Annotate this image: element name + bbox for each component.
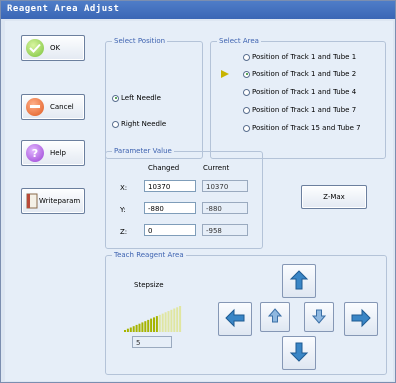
z-up-button[interactable]: [260, 302, 290, 332]
select-position-title: Select Position: [112, 37, 168, 45]
radio-left-needle[interactable]: Left Needle: [112, 94, 161, 102]
radio-area-track1-tube4[interactable]: Position of Track 1 and Tube 4: [243, 88, 356, 96]
select-position-group: Select Position Left Needle Right Needle: [105, 37, 203, 159]
y-changed-input[interactable]: -880: [144, 202, 196, 214]
arrow-right-icon: [350, 307, 372, 331]
cancel-button[interactable]: Cancel: [21, 94, 85, 120]
z-max-label: Z-Max: [323, 193, 345, 201]
radio-right-needle[interactable]: Right Needle: [112, 120, 166, 128]
parameter-value-group: Parameter Value Changed Current X: 10370…: [105, 147, 263, 249]
stepsize-bar: [147, 319, 150, 332]
move-left-button[interactable]: [218, 302, 252, 336]
radio-dot-area-4: [243, 106, 250, 114]
move-down-button[interactable]: [282, 336, 316, 370]
z-max-button[interactable]: Z-Max: [301, 185, 367, 209]
question-icon: ?: [26, 144, 44, 162]
stepsize-bar: [141, 322, 144, 332]
stepsize-bar: [129, 327, 132, 332]
radio-area-5-label: Position of Track 15 and Tube 7: [252, 124, 361, 132]
radio-area-3-label: Position of Track 1 and Tube 4: [252, 88, 357, 96]
stepsize-level-bars[interactable]: [124, 306, 182, 332]
stepsize-bar: [158, 314, 161, 332]
small-arrow-up-icon: [267, 308, 283, 326]
stepsize-bar: [135, 324, 138, 332]
arrow-up-icon: [288, 269, 310, 293]
z-changed-input[interactable]: 0: [144, 224, 196, 236]
col-current-header: Current: [203, 164, 230, 172]
stepsize-bar: [155, 316, 158, 332]
radio-dot-area-1: [243, 53, 250, 61]
x-axis-label: X:: [120, 184, 128, 192]
window-title: Reagent Area Adjust: [7, 4, 120, 14]
stepsize-bar: [164, 312, 167, 332]
stepsize-bar: [173, 308, 176, 332]
x-changed-input[interactable]: 10370: [144, 180, 196, 192]
teach-reagent-area-title: Teach Reagent Area: [112, 251, 186, 259]
radio-area-track15-tube7[interactable]: Position of Track 15 and Tube 7: [243, 124, 361, 132]
stepsize-bar: [167, 311, 170, 332]
radio-area-4-label: Position of Track 1 and Tube 7: [252, 106, 357, 114]
document-icon: [26, 193, 38, 209]
stepsize-label: Stepsize: [134, 281, 164, 289]
z-down-button[interactable]: [304, 302, 334, 332]
small-arrow-down-icon: [311, 308, 327, 326]
stepsize-value: 5: [132, 336, 172, 348]
minus-icon: [26, 98, 44, 116]
writeparam-button[interactable]: Writeparam: [21, 188, 85, 214]
y-current-value: -880: [202, 202, 248, 214]
teach-reagent-area-group: Teach Reagent Area Stepsize 5: [105, 251, 387, 375]
writeparam-label: Writeparam: [39, 197, 81, 205]
radio-left-needle-label: Left Needle: [121, 94, 161, 102]
stepsize-bar: [179, 306, 182, 332]
stepsize-bar: [124, 330, 126, 332]
x-current-value: 10370: [202, 180, 248, 192]
arrow-left-icon: [224, 307, 246, 331]
stepsize-bar: [161, 313, 164, 332]
cancel-label: Cancel: [50, 103, 74, 111]
title-bar[interactable]: Reagent Area Adjust: [1, 1, 395, 19]
radio-dot-area-5: [243, 124, 250, 132]
radio-right-needle-label: Right Needle: [121, 120, 167, 128]
y-axis-label: Y:: [120, 206, 126, 214]
help-button[interactable]: ? Help: [21, 140, 85, 166]
radio-area-track1-tube7[interactable]: Position of Track 1 and Tube 7: [243, 106, 356, 114]
move-up-button[interactable]: [282, 264, 316, 298]
ok-label: OK: [50, 44, 61, 52]
check-icon: [26, 39, 44, 57]
select-area-title: Select Area: [217, 37, 261, 45]
selected-area-pointer-icon: [221, 70, 229, 80]
stepsize-bar: [153, 317, 155, 332]
radio-dot-left-needle: [112, 94, 119, 102]
arrow-down-icon: [288, 341, 310, 365]
radio-dot-area-2: [243, 70, 250, 78]
move-right-button[interactable]: [344, 302, 378, 336]
stepsize-bar: [150, 318, 153, 332]
radio-dot-area-3: [243, 88, 250, 96]
parameter-value-title: Parameter Value: [112, 147, 174, 155]
z-current-value: -958: [202, 224, 248, 236]
radio-area-1-label: Position of Track 1 and Tube 1: [252, 53, 357, 61]
radio-area-2-label: Position of Track 1 and Tube 2: [252, 70, 357, 78]
svg-text:?: ?: [32, 147, 38, 159]
select-area-group: Select Area Position of Track 1 and Tube…: [210, 37, 386, 159]
stepsize-bar: [176, 307, 179, 332]
dialog-body: OK Cancel ? Help Writeparam Select Posit…: [5, 21, 393, 381]
help-label: Help: [50, 149, 66, 157]
z-axis-label: Z:: [120, 228, 128, 236]
stepsize-bar: [132, 326, 135, 332]
radio-area-track1-tube2[interactable]: Position of Track 1 and Tube 2: [243, 70, 356, 78]
stepsize-bar: [138, 323, 141, 332]
stepsize-bar: [170, 309, 173, 332]
radio-dot-right-needle: [112, 120, 119, 128]
stepsize-bar: [126, 328, 129, 332]
ok-button[interactable]: OK: [21, 35, 85, 61]
col-changed-header: Changed: [148, 164, 180, 172]
radio-area-track1-tube1[interactable]: Position of Track 1 and Tube 1: [243, 53, 356, 61]
reagent-area-adjust-window: Reagent Area Adjust OK Cancel ? Help Wri…: [0, 0, 396, 383]
stepsize-bar: [144, 321, 147, 332]
